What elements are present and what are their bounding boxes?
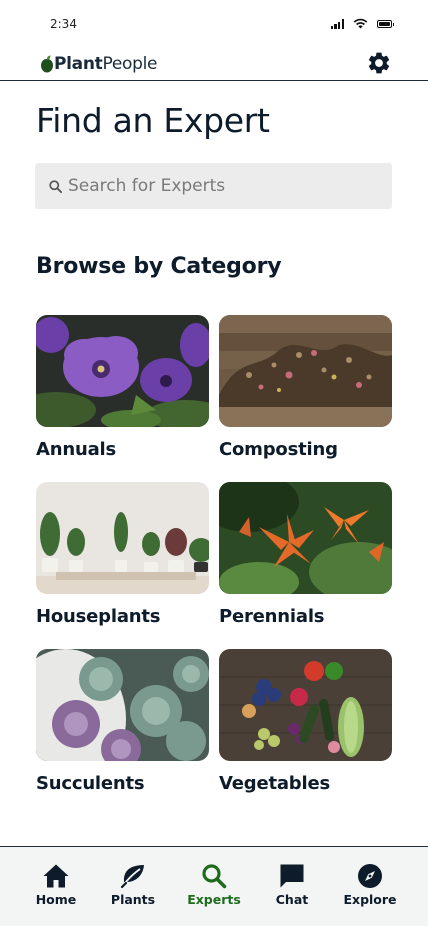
- nav-chat[interactable]: Chat: [274, 847, 310, 926]
- status-bar: 2:34: [0, 0, 428, 48]
- category-card-succulents[interactable]: Succulents: [36, 649, 209, 816]
- app-logo: PlantPeople: [40, 54, 157, 74]
- category-card-composting[interactable]: Composting: [219, 315, 392, 482]
- composting-image: [219, 315, 392, 427]
- search-icon: [202, 864, 227, 889]
- nav-home[interactable]: Home: [36, 847, 76, 926]
- compass-icon: [358, 864, 382, 888]
- signal-icon: [330, 18, 344, 29]
- search-icon: [49, 179, 63, 193]
- perennials-image: [219, 482, 392, 594]
- category-card-vegetables[interactable]: Vegetables: [219, 649, 392, 816]
- chat-icon: [280, 864, 304, 888]
- houseplants-image: [36, 482, 209, 594]
- category-label: Vegetables: [219, 773, 330, 794]
- nav-experts[interactable]: Experts: [187, 847, 241, 926]
- nav-label: Home: [35, 892, 77, 907]
- category-label: Composting: [219, 439, 338, 460]
- section-title: Browse by Category: [36, 254, 282, 279]
- search-bar[interactable]: [35, 163, 392, 209]
- category-card-perennials[interactable]: Perennials: [219, 482, 392, 649]
- nav-label: Chat: [275, 892, 309, 907]
- status-icons: [330, 18, 394, 29]
- nav-label: Plants: [110, 892, 156, 907]
- vegetables-image: [219, 649, 392, 761]
- category-label: Perennials: [219, 606, 325, 627]
- succulents-image: [36, 649, 209, 761]
- category-label: Houseplants: [36, 606, 161, 627]
- annuals-image: [36, 315, 209, 427]
- category-card-annuals[interactable]: Annuals: [36, 315, 209, 482]
- search-input[interactable]: [68, 176, 358, 196]
- battery-icon: [377, 19, 394, 28]
- category-label: Succulents: [36, 773, 145, 794]
- logo-leaf-icon: [41, 55, 53, 73]
- app-header: PlantPeople: [0, 48, 428, 81]
- status-time: 2:34: [50, 17, 77, 31]
- nav-plants[interactable]: Plants: [111, 847, 155, 926]
- wifi-icon: [353, 18, 368, 29]
- category-grid: Annuals Composting Houseplants Perennial…: [36, 315, 392, 816]
- category-label: Annuals: [36, 439, 117, 460]
- leaf-icon: [120, 865, 144, 889]
- settings-gear-icon[interactable]: [366, 50, 392, 76]
- nav-explore[interactable]: Explore: [343, 847, 397, 926]
- category-card-houseplants[interactable]: Houseplants: [36, 482, 209, 649]
- nav-label: Experts: [187, 892, 241, 907]
- logo-text: PlantPeople: [54, 54, 158, 74]
- page-title: Find an Expert: [36, 101, 270, 140]
- home-icon: [43, 864, 69, 888]
- nav-label: Explore: [343, 892, 397, 907]
- bottom-nav: Home Plants Experts Chat Explore: [0, 846, 428, 926]
